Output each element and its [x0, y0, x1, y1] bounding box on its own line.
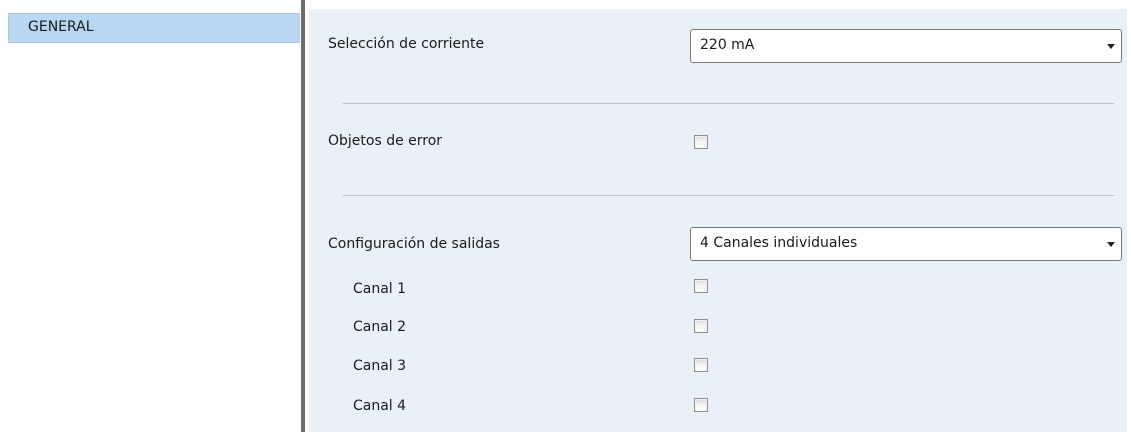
channel-1-label: Canal 1	[353, 281, 407, 297]
current-selection-dropdown[interactable]: 220 mA	[690, 29, 1122, 63]
chevron-down-icon	[1107, 44, 1115, 49]
outputs-configuration-value: 4 Canales individuales	[700, 235, 858, 251]
section-divider	[343, 195, 1114, 196]
current-selection-label: Selección de corriente	[328, 36, 485, 52]
error-objects-checkbox[interactable]	[694, 135, 708, 149]
section-divider	[343, 103, 1114, 104]
error-objects-label: Objetos de error	[328, 133, 443, 149]
channel-4-checkbox[interactable]	[694, 398, 708, 412]
app-window: GENERAL Selección de corriente 220 mA Ob…	[0, 0, 1131, 432]
sidebar-item-label: GENERAL	[28, 19, 94, 35]
channel-3-label: Canal 3	[353, 358, 407, 374]
settings-panel-background	[309, 9, 1127, 432]
outputs-configuration-label: Configuración de salidas	[328, 236, 500, 252]
channel-1-checkbox[interactable]	[694, 279, 708, 293]
outputs-configuration-dropdown[interactable]: 4 Canales individuales	[690, 227, 1122, 261]
settings-panel: Selección de corriente 220 mA Objetos de…	[305, 0, 1131, 432]
sidebar: GENERAL	[0, 0, 301, 432]
sidebar-item-general[interactable]: GENERAL	[8, 13, 300, 43]
current-selection-value: 220 mA	[700, 37, 755, 53]
channel-2-label: Canal 2	[353, 319, 407, 335]
channel-4-label: Canal 4	[353, 398, 407, 414]
channel-2-checkbox[interactable]	[694, 319, 708, 333]
channel-3-checkbox[interactable]	[694, 358, 708, 372]
chevron-down-icon	[1107, 242, 1115, 247]
